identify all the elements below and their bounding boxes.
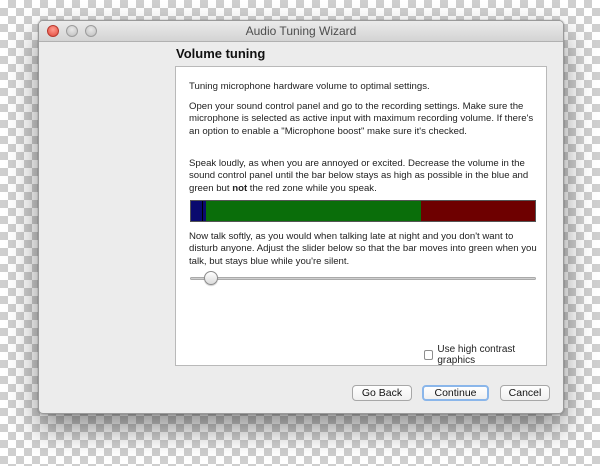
intro-text: Tuning microphone hardware volume to opt… bbox=[189, 81, 430, 92]
page-heading: Volume tuning bbox=[176, 46, 266, 61]
sensitivity-slider-thumb[interactable] bbox=[203, 271, 218, 285]
cancel-button[interactable]: Cancel bbox=[500, 385, 550, 401]
title-bar[interactable]: Audio Tuning Wizard bbox=[39, 21, 563, 42]
speak-loudly-instructions: Speak loudly, as when you are annoyed or… bbox=[189, 158, 539, 195]
high-contrast-label: Use high contrast graphics bbox=[437, 344, 516, 366]
high-contrast-option[interactable]: Use high contrast graphics bbox=[424, 344, 546, 366]
current-level-indicator bbox=[191, 201, 204, 221]
content-panel: Tuning microphone hardware volume to opt… bbox=[175, 66, 547, 366]
sound-control-instructions: Open your sound control panel and go to … bbox=[189, 101, 534, 137]
audio-tuning-wizard-window: Audio Tuning Wizard Volume tuning Tuning… bbox=[38, 20, 564, 414]
sensitivity-slider-track[interactable] bbox=[190, 277, 536, 280]
continue-button[interactable]: Continue bbox=[422, 385, 489, 401]
volume-level-meter bbox=[190, 200, 536, 222]
go-back-button[interactable]: Go Back bbox=[352, 385, 412, 401]
talk-softly-instructions: Now talk softly, as you would when talki… bbox=[189, 231, 537, 267]
level-zone-green bbox=[206, 201, 422, 221]
level-zone-red bbox=[421, 201, 535, 221]
window-title: Audio Tuning Wizard bbox=[245, 24, 357, 38]
high-contrast-checkbox[interactable] bbox=[424, 350, 434, 360]
speak-loudly-text-end: the red zone while you speak. bbox=[247, 182, 377, 194]
speak-loudly-text-emphasis: not bbox=[232, 182, 248, 194]
